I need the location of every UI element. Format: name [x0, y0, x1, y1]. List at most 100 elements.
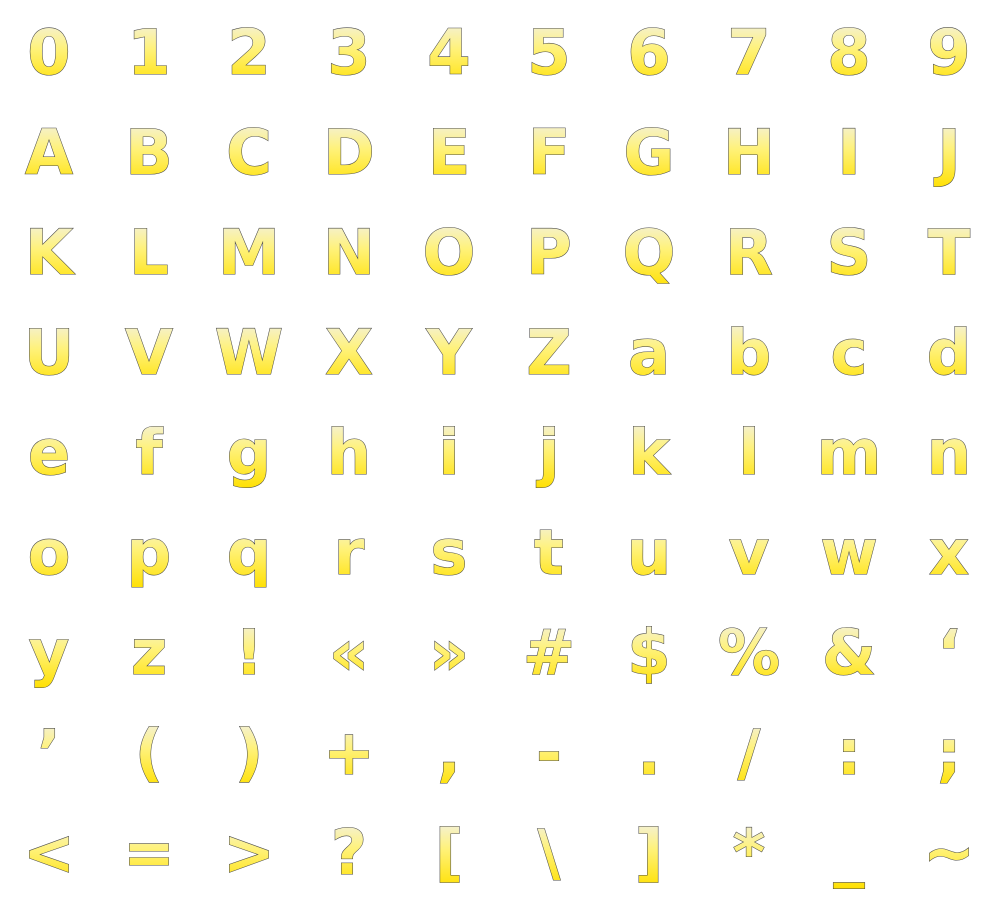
- glyph-svg: l: [738, 415, 760, 489]
- glyph-svg: A: [24, 115, 73, 189]
- glyph-svg: J: [933, 115, 961, 189]
- glyph-svg: U: [23, 315, 74, 389]
- glyph-cell: i: [400, 400, 500, 500]
- glyph-svg: L: [129, 215, 170, 289]
- glyph-cell: c: [800, 300, 900, 400]
- glyph-svg: #: [522, 615, 575, 689]
- glyph-cell: 3: [300, 0, 400, 100]
- glyph-svg: x: [928, 515, 969, 589]
- glyph-character: !: [235, 616, 263, 689]
- glyph-svg: $: [627, 615, 671, 689]
- glyph-svg: h: [326, 415, 371, 489]
- glyph-svg: n: [926, 415, 971, 489]
- glyph-character: u: [627, 516, 671, 589]
- glyph-cell: !: [200, 600, 300, 700]
- glyph-svg: o: [27, 515, 71, 589]
- glyph-character: »: [429, 616, 469, 689]
- glyph-cell: k: [600, 400, 700, 500]
- glyph-cell: ‘: [900, 600, 1000, 700]
- glyph-svg: r: [333, 515, 365, 589]
- glyph-svg: ;: [936, 715, 962, 789]
- glyph-character: W: [215, 316, 283, 389]
- glyph-svg: ‘: [937, 615, 962, 689]
- glyph-character: ’: [37, 716, 61, 789]
- glyph-cell: 0: [0, 0, 100, 100]
- glyph-cell: ;: [900, 700, 1000, 800]
- glyph-cell: 6: [600, 0, 700, 100]
- glyph-cell: (: [100, 700, 200, 800]
- glyph-grid: 0123456789 ABCDEFGHIJ KLMNOPQRST UVWXYZabcd…: [0, 0, 1000, 900]
- glyph-svg: G: [623, 115, 675, 189]
- glyph-cell: H: [700, 100, 800, 200]
- glyph-cell: &: [800, 600, 900, 700]
- glyph-character: .: [637, 716, 661, 789]
- glyph-svg: 3: [327, 15, 371, 89]
- glyph-svg: »: [428, 615, 469, 689]
- glyph-character: *: [733, 816, 765, 889]
- glyph-character: N: [323, 216, 375, 289]
- glyph-svg: j: [535, 415, 560, 489]
- glyph-svg: /: [737, 715, 761, 789]
- glyph-svg: \: [537, 815, 561, 889]
- glyph-character: M: [218, 216, 280, 289]
- glyph-svg: i: [438, 415, 460, 489]
- glyph-cell: D: [300, 100, 400, 200]
- glyph-character: Z: [527, 316, 572, 389]
- glyph-svg: ]: [634, 815, 663, 889]
- glyph-character: a: [628, 316, 670, 389]
- glyph-character: ,: [437, 716, 461, 789]
- glyph-svg: z: [130, 615, 167, 689]
- glyph-character: m: [817, 416, 882, 489]
- glyph-svg: u: [626, 515, 671, 589]
- glyph-cell: R: [700, 200, 800, 300]
- glyph-cell: $: [600, 600, 700, 700]
- glyph-character: s: [431, 516, 468, 589]
- glyph-svg: Q: [622, 215, 676, 289]
- glyph-svg: e: [27, 415, 70, 489]
- glyph-character: 8: [827, 16, 870, 89]
- glyph-cell: p: [100, 500, 200, 600]
- glyph-svg: 6: [627, 15, 671, 89]
- glyph-character: <: [23, 816, 75, 889]
- glyph-cell: :: [800, 700, 900, 800]
- glyph-svg: R: [725, 215, 774, 289]
- glyph-character: l: [738, 416, 759, 489]
- glyph-character: p: [127, 516, 171, 589]
- glyph-sheet: 0123456789 ABCDEFGHIJ KLMNOPQRST UVWXYZabcd…: [0, 0, 1000, 900]
- glyph-cell: X: [300, 300, 400, 400]
- glyph-svg: s: [430, 515, 468, 589]
- glyph-cell: r: [300, 500, 400, 600]
- glyph-svg: F: [527, 115, 570, 189]
- glyph-svg: p: [126, 515, 171, 589]
- glyph-character: 6: [627, 16, 670, 89]
- glyph-svg: Z: [526, 315, 572, 389]
- glyph-character: V: [125, 316, 173, 389]
- glyph-cell: I: [800, 100, 900, 200]
- glyph-svg: d: [926, 315, 971, 389]
- glyph-character: ]: [635, 816, 663, 889]
- glyph-cell: *: [700, 800, 800, 900]
- glyph-cell: 4: [400, 0, 500, 100]
- glyph-cell: 7: [700, 0, 800, 100]
- glyph-cell: F: [500, 100, 600, 200]
- glyph-cell: ,: [400, 700, 500, 800]
- glyph-character: 4: [427, 16, 470, 89]
- glyph-character: T: [928, 216, 970, 289]
- glyph-svg: 1: [127, 15, 171, 89]
- glyph-character: Y: [426, 316, 473, 389]
- glyph-cell: f: [100, 400, 200, 500]
- glyph-cell: ): [200, 700, 300, 800]
- glyph-character: ): [235, 716, 263, 789]
- glyph-svg: S: [826, 215, 872, 289]
- glyph-svg: !: [234, 615, 263, 689]
- glyph-cell: o: [0, 500, 100, 600]
- glyph-character: R: [725, 216, 773, 289]
- glyph-svg: <: [22, 815, 75, 889]
- glyph-svg: M: [218, 215, 281, 289]
- glyph-svg: ’: [37, 715, 62, 789]
- glyph-cell: _: [800, 800, 900, 900]
- glyph-svg: 2: [227, 15, 271, 89]
- glyph-svg: ,: [437, 715, 462, 789]
- glyph-svg: Y: [425, 315, 473, 389]
- glyph-character: r: [334, 516, 365, 589]
